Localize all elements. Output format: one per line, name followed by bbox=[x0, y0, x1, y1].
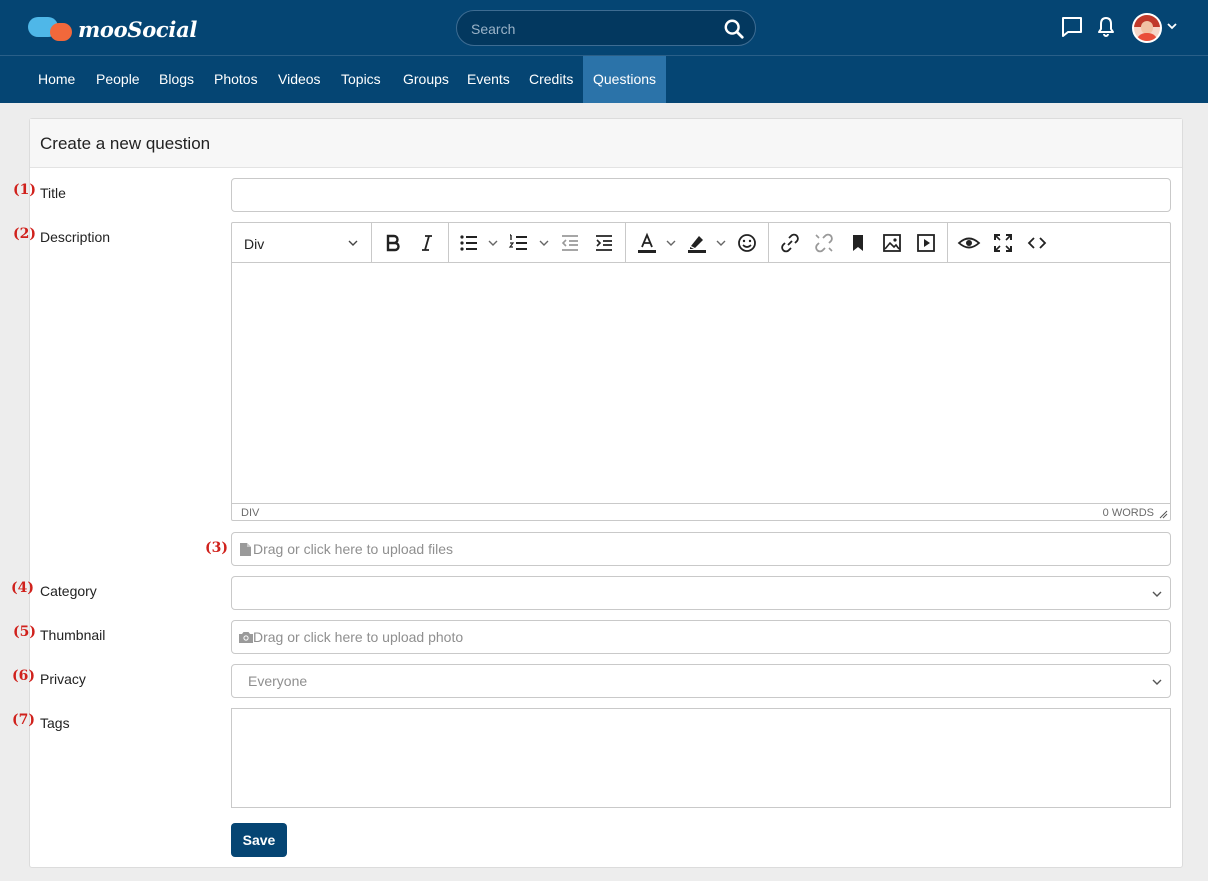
resize-handle-icon[interactable] bbox=[1159, 510, 1168, 519]
chevron-down-icon[interactable] bbox=[1166, 20, 1178, 32]
nav-item-photos[interactable]: Photos bbox=[204, 56, 268, 103]
main-nav: Home People Blogs Photos Videos Topics G… bbox=[0, 56, 1208, 103]
search-icon[interactable] bbox=[723, 18, 745, 40]
editor-content-area[interactable] bbox=[232, 264, 1170, 503]
marker-6: (6) bbox=[12, 668, 35, 684]
tags-field[interactable] bbox=[231, 708, 1171, 808]
chevron-down-icon[interactable] bbox=[666, 238, 676, 248]
editor-statusbar: DIV 0 WORDS bbox=[232, 503, 1170, 520]
files-upload-text: Drag or click here to upload files bbox=[253, 541, 453, 557]
highlight-color-icon[interactable] bbox=[685, 231, 709, 255]
category-select[interactable] bbox=[231, 576, 1171, 610]
text-color-icon[interactable] bbox=[635, 231, 659, 255]
marker-4: (4) bbox=[11, 580, 34, 596]
unlink-icon[interactable] bbox=[812, 231, 836, 255]
card-header: Create a new question bbox=[30, 119, 1182, 168]
thumbnail-upload-text: Drag or click here to upload photo bbox=[253, 629, 464, 645]
files-upload-dropzone[interactable]: Drag or click here to upload files bbox=[231, 532, 1171, 566]
nav-item-groups[interactable]: Groups bbox=[393, 56, 459, 103]
privacy-value: Everyone bbox=[248, 673, 308, 689]
preview-eye-icon[interactable] bbox=[957, 231, 981, 255]
avatar[interactable] bbox=[1132, 13, 1162, 43]
logo-text: mooSocial bbox=[78, 16, 198, 42]
camera-icon bbox=[239, 632, 253, 643]
top-header: mooSocial bbox=[0, 0, 1208, 56]
privacy-select[interactable]: Everyone bbox=[231, 664, 1171, 698]
nav-item-people[interactable]: People bbox=[86, 56, 150, 103]
image-icon[interactable] bbox=[880, 231, 904, 255]
title-field[interactable] bbox=[231, 178, 1171, 212]
element-path[interactable]: DIV bbox=[241, 507, 259, 519]
privacy-label: Privacy bbox=[40, 671, 86, 687]
chevron-down-icon bbox=[348, 240, 358, 246]
logo[interactable]: mooSocial bbox=[28, 14, 197, 44]
indent-icon[interactable] bbox=[592, 231, 616, 255]
marker-3: (3) bbox=[205, 540, 228, 556]
save-button[interactable]: Save bbox=[231, 823, 287, 857]
bookmark-icon[interactable] bbox=[846, 231, 870, 255]
nav-item-events[interactable]: Events bbox=[457, 56, 520, 103]
file-icon bbox=[240, 543, 251, 556]
nav-item-topics[interactable]: Topics bbox=[331, 56, 391, 103]
chevron-down-icon bbox=[1152, 679, 1162, 685]
nav-item-videos[interactable]: Videos bbox=[268, 56, 331, 103]
chat-icon[interactable] bbox=[1060, 15, 1084, 39]
marker-5: (5) bbox=[13, 624, 36, 640]
video-icon[interactable] bbox=[914, 231, 938, 255]
word-count[interactable]: 0 WORDS bbox=[1103, 507, 1154, 519]
outdent-icon[interactable] bbox=[558, 231, 582, 255]
thumbnail-upload-dropzone[interactable]: Drag or click here to upload photo bbox=[231, 620, 1171, 654]
tags-label: Tags bbox=[40, 715, 70, 731]
bold-icon[interactable] bbox=[381, 231, 405, 255]
chevron-down-icon[interactable] bbox=[716, 238, 726, 248]
numbered-list-icon[interactable] bbox=[507, 231, 531, 255]
chevron-down-icon[interactable] bbox=[539, 238, 549, 248]
nav-item-home[interactable]: Home bbox=[28, 56, 85, 103]
marker-1: (1) bbox=[13, 182, 36, 198]
nav-item-questions[interactable]: Questions bbox=[583, 56, 666, 103]
bell-icon[interactable] bbox=[1094, 15, 1118, 39]
block-format-value: Div bbox=[244, 236, 265, 252]
marker-7: (7) bbox=[12, 712, 35, 728]
search-input[interactable] bbox=[471, 19, 711, 39]
description-label: Description bbox=[40, 229, 111, 245]
marker-2: (2) bbox=[13, 226, 36, 242]
italic-icon[interactable] bbox=[415, 231, 439, 255]
source-code-icon[interactable] bbox=[1025, 231, 1049, 255]
emoji-icon[interactable] bbox=[735, 231, 759, 255]
block-format-select[interactable]: Div bbox=[232, 223, 371, 263]
nav-item-blogs[interactable]: Blogs bbox=[149, 56, 204, 103]
bullet-list-icon[interactable] bbox=[457, 231, 481, 255]
title-label: Title bbox=[40, 185, 66, 201]
link-icon[interactable] bbox=[778, 231, 802, 255]
logo-bubbles-icon bbox=[28, 15, 74, 43]
nav-item-credits[interactable]: Credits bbox=[519, 56, 583, 103]
chevron-down-icon[interactable] bbox=[488, 238, 498, 248]
search-box bbox=[456, 10, 756, 46]
description-editor: Div DIV 0 WORDS bbox=[231, 222, 1171, 521]
editor-toolbar: Div bbox=[232, 223, 1170, 263]
page-title: Create a new question bbox=[40, 134, 211, 153]
chevron-down-icon bbox=[1152, 591, 1162, 597]
fullscreen-icon[interactable] bbox=[991, 231, 1015, 255]
category-label: Category bbox=[40, 583, 97, 599]
thumbnail-label: Thumbnail bbox=[40, 627, 106, 643]
